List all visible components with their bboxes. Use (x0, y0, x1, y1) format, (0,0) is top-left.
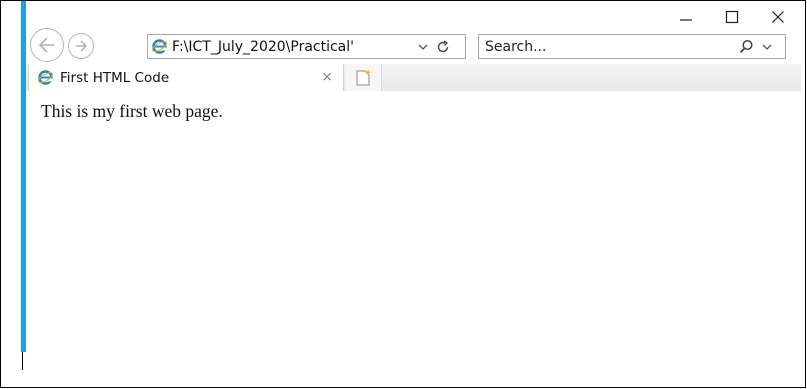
search-icon[interactable] (739, 39, 754, 54)
address-bar[interactable]: F:\ICT_July_2020\Practical' (147, 34, 466, 59)
page-body-text: This is my first web page. (41, 101, 223, 121)
tab-first-html-code[interactable]: First HTML Code × (28, 64, 344, 91)
forward-arrow-icon (76, 40, 87, 52)
back-button[interactable] (30, 28, 64, 62)
tab-title: First HTML Code (60, 69, 170, 86)
navigation-bar: F:\ICT_July_2020\Practical' (26, 26, 801, 64)
close-icon (772, 11, 784, 23)
ie-logo-icon (151, 38, 168, 55)
search-input[interactable] (485, 38, 725, 55)
new-tab-icon (356, 69, 371, 86)
tab-bar: First HTML Code × (26, 64, 801, 91)
search-dropdown-chevron-icon[interactable] (762, 42, 772, 52)
screenshot-frame: F:\ICT_July_2020\Practical' Search... Fi… (0, 0, 806, 388)
refresh-icon[interactable] (436, 39, 450, 54)
tab-close-icon[interactable]: × (321, 69, 333, 85)
maximize-icon (725, 10, 739, 24)
chevron-down-icon[interactable] (418, 42, 428, 52)
minimize-icon (680, 19, 692, 21)
page-content: This is my first web page. (26, 91, 801, 352)
address-text[interactable]: F:\ICT_July_2020\Practical' (172, 39, 410, 55)
browser-window: F:\ICT_July_2020\Practical' Search... Fi… (26, 1, 801, 352)
back-arrow-icon (38, 37, 54, 53)
search-box[interactable] (478, 34, 786, 59)
tab-ie-logo-icon (37, 69, 54, 86)
new-tab-button[interactable] (346, 64, 382, 91)
forward-button[interactable] (68, 33, 94, 59)
frame-divider (22, 352, 23, 370)
